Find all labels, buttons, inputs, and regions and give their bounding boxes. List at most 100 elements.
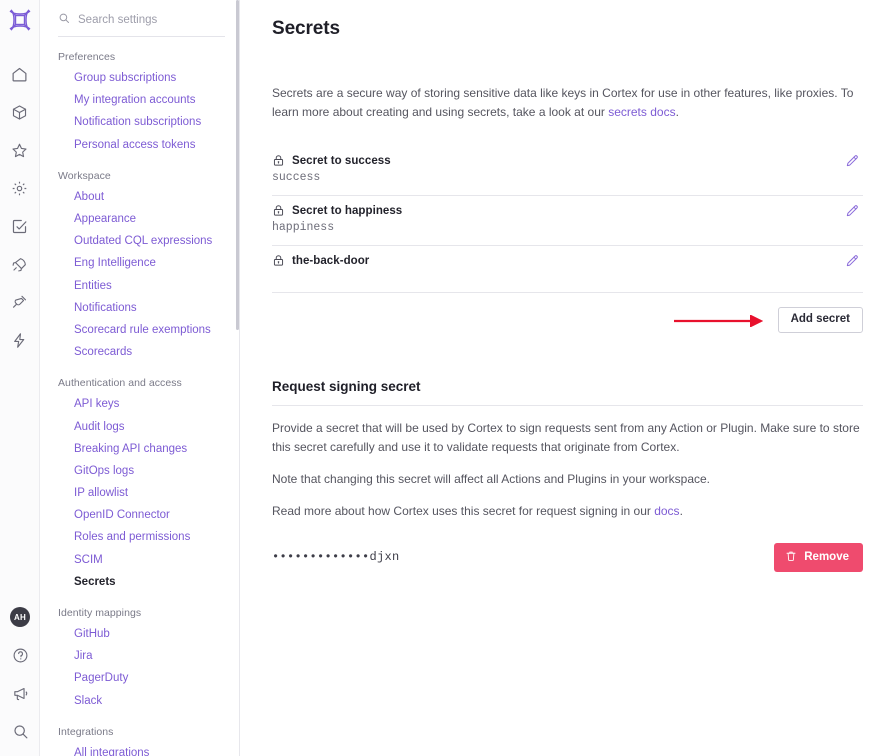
search-icon bbox=[58, 11, 70, 29]
pencil-icon bbox=[845, 254, 859, 271]
secret-name: Secret to success bbox=[292, 154, 391, 167]
secret-row: Secret to success success bbox=[272, 146, 863, 196]
page-intro: Secrets are a secure way of storing sens… bbox=[272, 84, 863, 122]
rail-bottom-group: AH bbox=[0, 598, 40, 750]
sidebar-item-group-subscriptions[interactable]: Group subscriptions bbox=[40, 67, 239, 89]
sidebar-item-gitops-logs[interactable]: GitOps logs bbox=[40, 460, 239, 482]
gear-icon[interactable] bbox=[1, 169, 39, 207]
lock-icon bbox=[272, 154, 285, 167]
sidebar-item-my-integration-accounts[interactable]: My integration accounts bbox=[40, 89, 239, 111]
sidebar-item-appearance[interactable]: Appearance bbox=[40, 208, 239, 230]
intro-text-after: . bbox=[675, 105, 679, 119]
secret-header: Secret to success bbox=[272, 154, 863, 167]
sidebar-nav-groups: Preferences Group subscriptions My integra… bbox=[40, 51, 239, 756]
sidebar-item-notification-subscriptions[interactable]: Notification subscriptions bbox=[40, 111, 239, 133]
sidebar-item-scorecard-rule-exemptions[interactable]: Scorecard rule exemptions bbox=[40, 319, 239, 341]
sidebar-item-secrets[interactable]: Secrets bbox=[40, 571, 239, 593]
checkbox-icon[interactable] bbox=[1, 207, 39, 245]
signing-paragraph-2: Note that changing this secret will affe… bbox=[272, 471, 711, 486]
sidebar-item-audit-logs[interactable]: Audit logs bbox=[40, 415, 239, 437]
search-icon[interactable] bbox=[1, 712, 39, 750]
secret-value: happiness bbox=[272, 221, 335, 234]
megaphone-icon[interactable] bbox=[1, 674, 39, 712]
nav-group-title: Identity mappings bbox=[58, 606, 142, 619]
nav-group-title: Authentication and access bbox=[58, 377, 182, 390]
section-divider bbox=[272, 404, 863, 406]
question-circle-icon[interactable] bbox=[1, 636, 39, 674]
nav-group: Workspace About Appearance Outdated CQL exp… bbox=[40, 170, 239, 364]
pencil-icon bbox=[845, 204, 859, 221]
pencil-icon bbox=[845, 154, 859, 171]
page-title: Secrets bbox=[272, 18, 340, 39]
lightning-icon[interactable] bbox=[1, 321, 39, 359]
trash-icon bbox=[785, 550, 797, 566]
lock-icon bbox=[272, 204, 285, 217]
secrets-docs-link[interactable]: secrets docs bbox=[608, 105, 675, 119]
sidebar-item-ip-allowlist[interactable]: IP allowlist bbox=[40, 482, 239, 504]
sidebar-item-about[interactable]: About bbox=[40, 186, 239, 208]
search-settings-field[interactable] bbox=[58, 11, 225, 37]
edit-secret-button[interactable] bbox=[842, 252, 862, 272]
add-secret-button[interactable]: Add secret bbox=[777, 307, 863, 333]
sidebar-item-slack[interactable]: Slack bbox=[40, 690, 239, 712]
request-signing-title: Request signing secret bbox=[272, 378, 421, 394]
intro-text-before: Secrets are a secure way of storing sens… bbox=[272, 86, 854, 119]
signing-paragraph-1: Provide a secret that will be used by Co… bbox=[272, 420, 860, 454]
sidebar-item-personal-access-tokens[interactable]: Personal access tokens bbox=[40, 134, 239, 156]
edit-secret-button[interactable] bbox=[842, 202, 862, 222]
sidebar-item-api-keys[interactable]: API keys bbox=[40, 393, 239, 415]
lock-icon bbox=[272, 254, 285, 267]
sidebar-item-eng-intelligence[interactable]: Eng Intelligence bbox=[40, 252, 239, 274]
sidebar-item-outdated-cql-expressions[interactable]: Outdated CQL expressions bbox=[40, 230, 239, 252]
plug-icon[interactable] bbox=[1, 283, 39, 321]
nav-group: IntegrationsAll integrationsCustom integ… bbox=[40, 726, 239, 756]
remove-button-label: Remove bbox=[804, 550, 849, 563]
add-secret-row: Add secret bbox=[272, 307, 863, 333]
sidebar-item-scim[interactable]: SCIM bbox=[40, 549, 239, 571]
sidebar-item-notifications[interactable]: Notifications bbox=[40, 297, 239, 319]
sidebar-item-openid-connector[interactable]: OpenID Connector bbox=[40, 504, 239, 526]
sidebar-item-scorecards[interactable]: Scorecards bbox=[40, 341, 239, 363]
secrets-list: Secret to success success Secret to happin… bbox=[272, 146, 863, 293]
sidebar-item-roles-and-permissions[interactable]: Roles and permissions bbox=[40, 526, 239, 548]
nav-group: Preferences Group subscriptions My integra… bbox=[40, 51, 239, 156]
signing-paragraph-3: Read more about how Cortex uses this sec… bbox=[272, 502, 863, 521]
remove-secret-button[interactable]: Remove bbox=[774, 542, 863, 572]
nav-group: Identity mappings GitHub Jira PagerDuty Slac… bbox=[40, 607, 239, 712]
avatar-initials: AH bbox=[10, 607, 30, 627]
search-input[interactable] bbox=[78, 14, 218, 26]
global-nav-rail: AH bbox=[0, 0, 40, 756]
red-arrow-annotation bbox=[674, 315, 764, 327]
settings-sidebar: Preferences Group subscriptionsMy integra… bbox=[40, 0, 240, 756]
secret-value: success bbox=[272, 171, 321, 184]
signing-p3-after: . bbox=[679, 503, 683, 518]
sidebar-item-jira[interactable]: Jira bbox=[40, 645, 239, 667]
home-icon[interactable] bbox=[1, 55, 39, 93]
edit-secret-button[interactable] bbox=[842, 152, 862, 172]
signing-p3-before: Read more about how Cortex uses this sec… bbox=[272, 503, 655, 518]
nav-group-title: Preferences bbox=[58, 51, 116, 63]
main-content: Secrets Secrets are a secure way of stor… bbox=[240, 0, 877, 756]
cube-icon[interactable] bbox=[1, 93, 39, 131]
sidebar-item-pagerduty[interactable]: PagerDuty bbox=[40, 667, 239, 689]
secret-header: the-back-door bbox=[272, 254, 863, 267]
nav-group-title: Integrations bbox=[58, 725, 114, 738]
sidebar-item-all-integrations[interactable]: All integrations bbox=[40, 742, 239, 756]
nav-group-title: Workspace bbox=[58, 169, 111, 182]
signing-secret-row: •••••••••••••djxn Remove bbox=[272, 542, 863, 572]
settings-page: AH Preferences Group subscriptionsMy inte… bbox=[0, 0, 877, 756]
sidebar-scrollbar[interactable] bbox=[236, 0, 239, 330]
sidebar-item-breaking-api-changes[interactable]: Breaking API changes bbox=[40, 438, 239, 460]
star-icon[interactable] bbox=[1, 131, 39, 169]
secret-row: the-back-door bbox=[272, 246, 863, 293]
rocket-icon[interactable] bbox=[1, 245, 39, 283]
cortex-logo[interactable] bbox=[6, 6, 34, 39]
avatar[interactable]: AH bbox=[1, 598, 39, 636]
sidebar-item-entities[interactable]: Entities bbox=[40, 275, 239, 297]
sidebar-item-github[interactable]: GitHub bbox=[40, 623, 239, 645]
nav-group: Authentication and access API keys Audit l… bbox=[40, 377, 239, 593]
signing-docs-link[interactable]: docs bbox=[654, 504, 679, 518]
secret-header: Secret to happiness bbox=[272, 204, 863, 217]
secret-name: the-back-door bbox=[292, 254, 370, 267]
masked-secret-value: •••••••••••••djxn bbox=[272, 550, 400, 565]
